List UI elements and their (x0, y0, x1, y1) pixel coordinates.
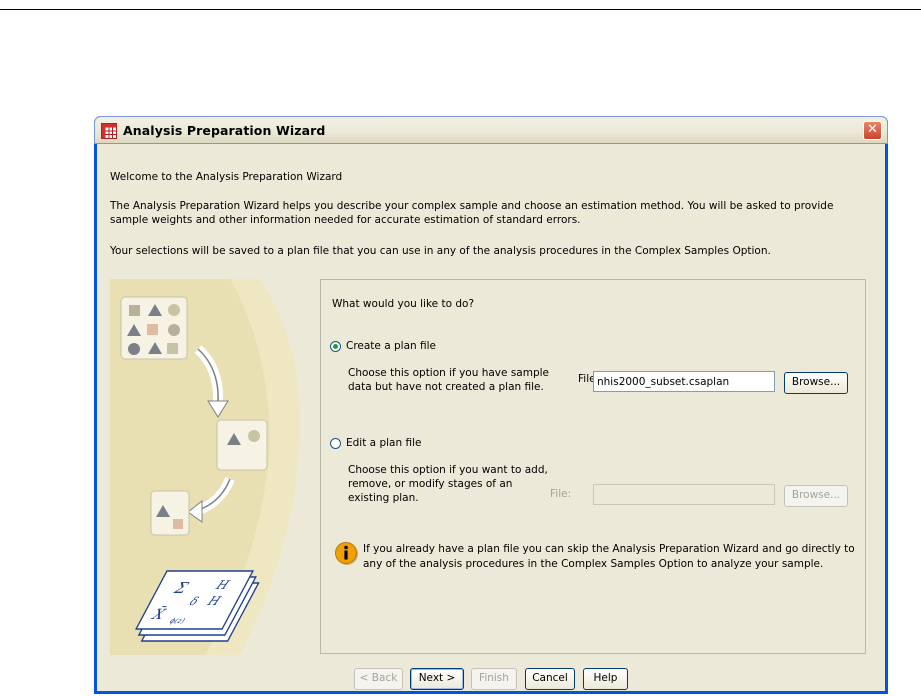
question-label: What would you like to do? (332, 298, 475, 310)
edit-file-label: File: (550, 488, 572, 500)
edit-plan-description: Choose this option if you want to add, r… (348, 463, 548, 505)
create-plan-description: Choose this option if you have sample da… (348, 366, 549, 394)
edit-desc-line-2: remove, or modify stages of an (348, 478, 513, 490)
info-icon (335, 542, 358, 565)
close-icon: ✕ (867, 122, 878, 137)
finish-button[interactable]: Finish (471, 668, 517, 690)
table-grid-icon (101, 123, 117, 139)
welcome-text: Welcome to the Analysis Preparation Wiza… (110, 171, 343, 183)
close-button[interactable]: ✕ (863, 121, 882, 140)
edit-file-input[interactable] (593, 484, 775, 505)
back-button[interactable]: < Back (354, 668, 403, 690)
wizard-window: Analysis Preparation Wizard ✕ Welcome to… (94, 116, 888, 694)
wizard-button-bar: < Back Next > Finish Cancel Help (97, 659, 885, 691)
wizard-client-area: Welcome to the Analysis Preparation Wiza… (97, 144, 885, 691)
options-panel: What would you like to do? Create a plan… (320, 279, 866, 654)
create-plan-radio[interactable]: Create a plan file (330, 340, 436, 352)
edit-browse-button[interactable]: Browse... (784, 485, 848, 507)
intro-description: The Analysis Preparation Wizard helps yo… (110, 200, 834, 226)
top-rule (0, 9, 921, 10)
create-desc-line-2: data but have not created a plan file. (348, 381, 544, 393)
edit-desc-line-1: Choose this option if you want to add, (348, 464, 548, 476)
title-bar: Analysis Preparation Wizard ✕ (94, 116, 888, 144)
radio-unselected-indicator[interactable] (330, 437, 341, 449)
edit-plan-radio[interactable]: Edit a plan file (330, 437, 421, 449)
cancel-button[interactable]: Cancel (525, 668, 575, 690)
save-note: Your selections will be saved to a plan … (110, 245, 771, 257)
create-browse-button[interactable]: Browse... (784, 372, 848, 394)
next-button[interactable]: Next > (410, 668, 464, 690)
edit-desc-line-3: existing plan. (348, 492, 419, 504)
create-plan-label: Create a plan file (346, 340, 436, 352)
radio-selected-indicator[interactable] (330, 340, 341, 352)
edit-plan-label: Edit a plan file (346, 437, 422, 449)
help-button[interactable]: Help (583, 668, 628, 690)
info-message: If you already have a plan file you can … (363, 543, 855, 570)
create-file-input[interactable] (593, 371, 775, 392)
create-desc-line-1: Choose this option if you have sample (348, 367, 549, 379)
window-title: Analysis Preparation Wizard (123, 123, 326, 138)
wizard-illustration: Σ H δ H X̄ ϕ(z) (110, 279, 314, 655)
